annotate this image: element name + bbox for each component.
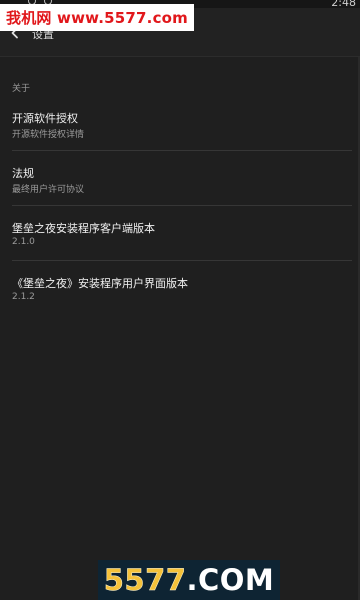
- logo-suffix: .COM: [186, 563, 275, 597]
- logo-number: 5577: [103, 563, 187, 598]
- list-item-subtitle: 2.1.2: [12, 292, 35, 302]
- section-header-about: 关于: [12, 84, 31, 94]
- list-item-title: 《堡垒之夜》安装程序用户界面版本: [12, 277, 188, 290]
- list-item-subtitle: 开源软件授权详情: [12, 130, 85, 140]
- list-item-subtitle: 2.1.0: [12, 237, 35, 247]
- divider: [12, 150, 352, 151]
- list-item-title: 开源软件授权: [12, 112, 78, 125]
- list-item-legal[interactable]: 法规 最终用户许可协议: [0, 165, 360, 219]
- list-item-open-source-licenses[interactable]: 开源软件授权 开源软件授权详情: [0, 110, 360, 164]
- list-item-title: 堡垒之夜安装程序客户端版本: [12, 222, 155, 235]
- watermark-logo: 5577 .COM: [98, 560, 280, 600]
- list-item-launcher-client-version: 堡垒之夜安装程序客户端版本 2.1.0: [0, 220, 360, 274]
- divider: [12, 260, 352, 261]
- watermark-banner: 我机网 www.5577.com: [0, 4, 195, 31]
- divider: [12, 205, 352, 206]
- list-item-title: 法规: [12, 167, 34, 180]
- list-item-subtitle: 最终用户许可协议: [12, 185, 85, 195]
- list-item-launcher-ui-version: 《堡垒之夜》安装程序用户界面版本 2.1.2: [0, 275, 360, 329]
